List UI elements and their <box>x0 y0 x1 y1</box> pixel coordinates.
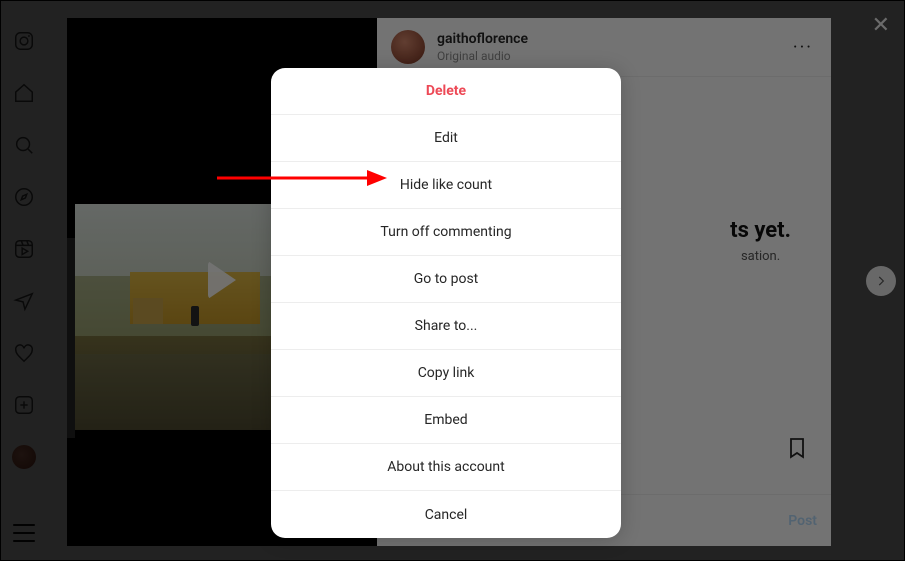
option-go-to-post[interactable]: Go to post <box>271 256 621 303</box>
option-about-account[interactable]: About this account <box>271 444 621 491</box>
post-options-menu: Delete Edit Hide like count Turn off com… <box>271 68 621 538</box>
option-hide-like-count[interactable]: Hide like count <box>271 162 621 209</box>
option-cancel[interactable]: Cancel <box>271 491 621 538</box>
option-turn-off-commenting[interactable]: Turn off commenting <box>271 209 621 256</box>
option-share-to[interactable]: Share to... <box>271 303 621 350</box>
option-delete[interactable]: Delete <box>271 68 621 115</box>
option-copy-link[interactable]: Copy link <box>271 350 621 397</box>
option-embed[interactable]: Embed <box>271 397 621 444</box>
option-edit[interactable]: Edit <box>271 115 621 162</box>
